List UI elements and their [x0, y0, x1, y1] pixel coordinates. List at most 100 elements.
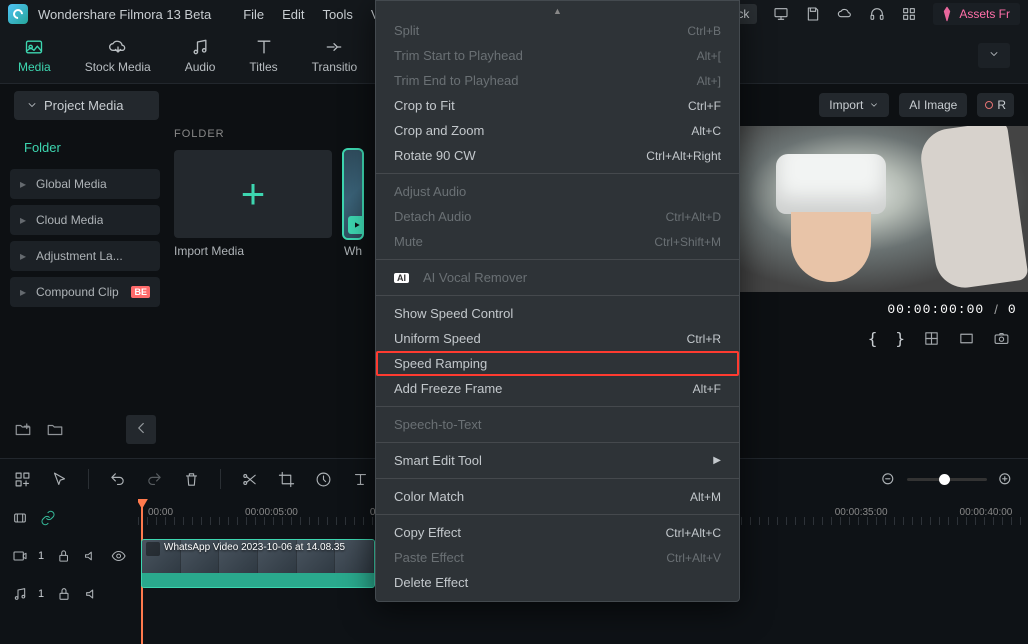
menu-item-label: Crop to Fit [394, 98, 455, 113]
import-label: Import [829, 98, 863, 112]
track-tools-row [0, 499, 138, 537]
menu-item-label: Color Match [394, 489, 464, 504]
menu-item-label: Trim Start to Playhead [394, 48, 523, 63]
sidebar-item-label: Compound Clip [36, 285, 119, 299]
grid-icon[interactable] [923, 330, 940, 347]
delete-icon[interactable] [183, 471, 200, 488]
zoom-in-icon[interactable] [997, 471, 1014, 488]
scroll-up-icon[interactable]: ▲ [376, 7, 739, 16]
shortcut-label: Ctrl+Alt+D [666, 210, 721, 224]
diamond-icon [939, 6, 955, 22]
shortcut-label: Ctrl+Alt+V [666, 551, 721, 565]
menu-item-color-match[interactable]: Color MatchAlt+M [376, 484, 739, 509]
sidebar-item-compound-clip[interactable]: ▸Compound ClipBE [10, 277, 160, 307]
menu-edit[interactable]: Edit [282, 7, 304, 22]
tab-titles[interactable]: Titles [249, 37, 277, 74]
ai-image-button[interactable]: AI Image [899, 93, 967, 117]
menu-item-label: Add Freeze Frame [394, 381, 502, 396]
menu-item-uniform-speed[interactable]: Uniform SpeedCtrl+R [376, 326, 739, 351]
ruler-tick: 00:00 [148, 507, 173, 518]
tab-audio[interactable]: Audio [185, 37, 216, 74]
menu-item-delete-effect[interactable]: Delete Effect [376, 570, 739, 595]
menu-item-show-speed-control[interactable]: Show Speed Control [376, 301, 739, 326]
brace-open-icon[interactable]: { [868, 329, 878, 348]
menu-file[interactable]: File [243, 7, 264, 22]
lock-icon[interactable] [56, 548, 71, 564]
volume-icon[interactable] [83, 548, 98, 564]
track-number: 1 [38, 550, 44, 562]
shortcut-label: Alt+C [691, 124, 721, 138]
apps-icon[interactable] [901, 6, 917, 22]
menu-tools[interactable]: Tools [323, 7, 353, 22]
speed-icon[interactable] [315, 471, 332, 488]
save-icon[interactable] [805, 6, 821, 22]
sidebar-item-cloud-media[interactable]: ▸Cloud Media [10, 205, 160, 235]
menu-item-crop-to-fit[interactable]: Crop to FitCtrl+F [376, 93, 739, 118]
undo-icon[interactable] [109, 471, 126, 488]
menu-item-smart-edit-tool[interactable]: Smart Edit Tool▶ [376, 448, 739, 473]
menu-item-add-freeze-frame[interactable]: Add Freeze FrameAlt+F [376, 376, 739, 401]
menu-item-ai-vocal-remover: AI AI Vocal Remover [376, 265, 739, 290]
tab-dropdown[interactable] [978, 43, 1010, 68]
assets-button[interactable]: Assets Fr [933, 3, 1020, 25]
scissors-icon[interactable] [241, 471, 258, 488]
menu-separator [376, 259, 739, 260]
add-node-icon[interactable] [14, 471, 31, 488]
menu-item-label: AI Vocal Remover [423, 270, 527, 285]
folder-section-label[interactable]: Folder [10, 132, 160, 163]
menu-item-rotate-90-cw[interactable]: Rotate 90 CWCtrl+Alt+Right [376, 143, 739, 168]
video-clip[interactable]: WhatsApp Video 2023-10-06 at 14.08.35 [141, 539, 375, 588]
zoom-out-icon[interactable] [880, 471, 897, 488]
tab-stock-media[interactable]: Stock Media [85, 37, 151, 74]
lock-icon[interactable] [56, 586, 72, 602]
menu-item-label: Detach Audio [394, 209, 471, 224]
ai-badge: AI [394, 273, 409, 283]
pointer-icon[interactable] [51, 471, 68, 488]
brace-close-icon[interactable]: } [895, 329, 905, 348]
media-thumbnail[interactable]: Wh [344, 150, 362, 258]
eye-icon[interactable] [111, 548, 126, 564]
sidebar-item-adjustment-layer[interactable]: ▸Adjustment La... [10, 241, 160, 271]
clip-toggle-icon[interactable] [12, 510, 28, 526]
monitor-icon[interactable] [773, 6, 789, 22]
shortcut-label: Alt+[ [697, 49, 721, 63]
menu-item-copy-effect[interactable]: Copy EffectCtrl+Alt+C [376, 520, 739, 545]
video-track-header[interactable]: 1 [0, 537, 138, 575]
import-media-tile[interactable]: + Import Media [174, 150, 332, 258]
crop-icon[interactable] [278, 471, 295, 488]
menu-separator [376, 442, 739, 443]
snapshot-icon[interactable] [993, 330, 1010, 347]
record-button[interactable]: R [977, 93, 1014, 117]
redo-icon[interactable] [146, 471, 163, 488]
import-button[interactable]: Import [819, 93, 889, 117]
volume-icon[interactable] [84, 586, 100, 602]
menu-item-paste-effect: Paste EffectCtrl+Alt+V [376, 545, 739, 570]
new-folder-icon[interactable] [14, 421, 32, 439]
collapse-sidebar-button[interactable] [126, 415, 156, 444]
menu-separator [376, 295, 739, 296]
project-media-button[interactable]: Project Media [14, 91, 159, 120]
menu-item-speed-ramping[interactable]: Speed Ramping [376, 351, 739, 376]
tab-transitions[interactable]: Transitio [312, 37, 358, 74]
menu-item-crop-and-zoom[interactable]: Crop and ZoomAlt+C [376, 118, 739, 143]
track-headers: 1 1 [0, 499, 138, 644]
zoom-thumb[interactable] [939, 474, 950, 485]
aspect-ratio-icon[interactable] [958, 330, 975, 347]
play-badge-icon [348, 216, 362, 234]
audio-track-header[interactable]: 1 [0, 575, 138, 613]
tab-media[interactable]: Media [18, 37, 51, 74]
submenu-arrow-icon: ▶ [713, 455, 721, 466]
link-icon[interactable] [40, 510, 56, 526]
cloud-icon[interactable] [837, 6, 853, 22]
text-tool-icon[interactable] [352, 471, 369, 488]
headphones-icon[interactable] [869, 6, 885, 22]
media-icon [24, 37, 44, 57]
menu-item-adjust-audio: Adjust Audio [376, 179, 739, 204]
menu-item-detach-audio: Detach Audio Ctrl+Alt+D [376, 204, 739, 229]
menu-item-label: Adjust Audio [394, 184, 466, 199]
folder-icon[interactable] [46, 421, 64, 439]
preview-viewport[interactable] [736, 126, 1028, 292]
zoom-slider[interactable] [907, 478, 987, 481]
sidebar-item-global-media[interactable]: ▸Global Media [10, 169, 160, 199]
chevron-down-icon [26, 99, 38, 111]
